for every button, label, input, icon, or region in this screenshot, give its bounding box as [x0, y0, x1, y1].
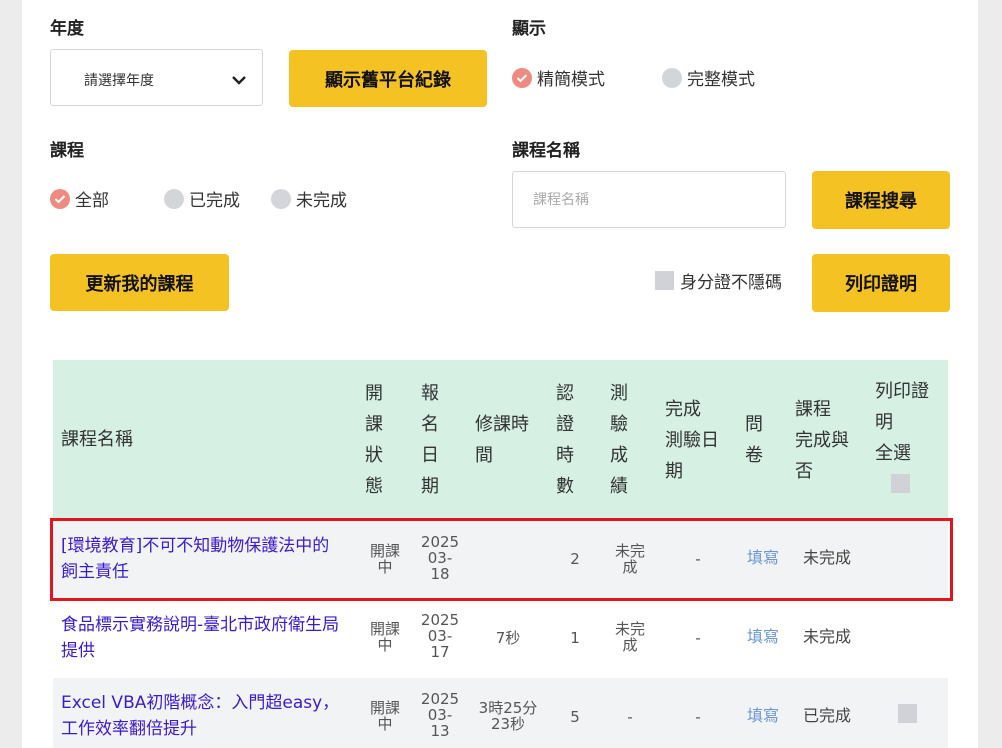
survey-link[interactable]: 填寫: [741, 629, 785, 645]
hours-cell: 5: [570, 708, 580, 726]
test-date-cell: -: [695, 629, 701, 647]
table-row: 食品標示實務說明-臺北市政府衛生局提供 開課中 2025 03- 17 7秒 1 未…: [53, 598, 948, 678]
course-search-button[interactable]: 課程搜尋: [812, 171, 950, 229]
radio-label: 已完成: [189, 191, 240, 211]
id-unmask-checkbox[interactable]: [655, 271, 674, 290]
select-all-checkbox[interactable]: [891, 474, 910, 493]
radio-off-icon: [662, 67, 682, 88]
hours-cell: 1: [570, 629, 580, 647]
course-link[interactable]: 食品標示實務說明-臺北市政府衛生局提供: [61, 612, 346, 664]
table-row: [環境教育]不可不知動物保護法中的飼主責任 開課中 2025 03- 18 2 未完…: [53, 520, 948, 598]
radio-incomplete[interactable]: 未完成: [271, 186, 347, 211]
radio-all[interactable]: 全部: [50, 186, 109, 211]
date-cell: 2025 03- 18: [420, 533, 460, 583]
course-name-input[interactable]: [512, 171, 786, 228]
score-cell: 未完成: [614, 620, 645, 654]
date-cell: 2025 03- 17: [420, 611, 460, 661]
radio-label: 未完成: [296, 191, 347, 211]
course-name-label: 課程名稱: [512, 141, 580, 161]
radio-completed[interactable]: 已完成: [164, 186, 240, 211]
completion-status: 未完成: [802, 627, 851, 646]
survey-link[interactable]: 填寫: [741, 550, 785, 566]
check-icon: [512, 67, 532, 88]
score-cell: -: [627, 708, 633, 726]
th-print-all: 列印證明全選: [875, 381, 929, 464]
th-test-score: 測驗成績: [610, 383, 628, 497]
year-label: 年度: [50, 19, 84, 39]
th-status: 開課狀態: [365, 383, 383, 497]
test-date-cell: -: [695, 550, 701, 568]
print-certificate-button[interactable]: 列印證明: [812, 254, 950, 312]
study-time-cell: 7秒: [495, 629, 521, 647]
completion-status: 未完成: [802, 548, 851, 567]
check-icon: [50, 188, 70, 209]
radio-off-icon: [164, 188, 184, 209]
radio-full-mode[interactable]: 完整模式: [662, 65, 755, 90]
chevron-down-icon: [231, 71, 247, 90]
test-date-cell: -: [695, 708, 701, 726]
radio-label: 全部: [75, 191, 109, 211]
completion-status: 已完成: [802, 706, 851, 725]
date-cell: 2025 03- 13: [420, 690, 460, 740]
radio-label: 精簡模式: [537, 70, 605, 90]
th-test-date: 完成 測驗日期: [665, 399, 719, 482]
th-completed: 課程 完成與否: [795, 399, 849, 482]
year-select-value: 請選擇年度: [84, 73, 154, 89]
th-signup-date: 報名日期: [421, 383, 439, 497]
radio-off-icon: [271, 188, 291, 209]
update-courses-button[interactable]: 更新我的課程: [50, 254, 229, 311]
radio-label: 完整模式: [687, 70, 755, 90]
th-course-name: 課程名稱: [61, 429, 133, 450]
th-survey: 問卷: [745, 414, 763, 466]
score-cell: 未完成: [614, 542, 645, 576]
radio-compact-mode[interactable]: 精簡模式: [512, 65, 605, 90]
table-header: 課程名稱 開課狀態 報名日期 修課時間 認證時數 測驗成績 完成 測驗日期 問卷 …: [53, 360, 948, 520]
status-cell: 開課中: [369, 699, 400, 733]
course-link[interactable]: [環境教育]不可不知動物保護法中的飼主責任: [61, 533, 346, 585]
old-platform-button[interactable]: 顯示舊平台紀錄: [289, 50, 487, 107]
table-row: Excel VBA初階概念：入門超easy，工作效率翻倍提升 開課中 2025 0…: [53, 678, 948, 748]
course-link[interactable]: Excel VBA初階概念：入門超easy，工作效率翻倍提升: [61, 690, 346, 742]
display-label: 顯示: [512, 19, 546, 39]
study-time-cell: 3時25分 23秒: [478, 699, 538, 733]
th-study-time: 修課時間: [475, 414, 529, 466]
hours-cell: 2: [570, 550, 580, 568]
status-cell: 開課中: [369, 620, 400, 654]
th-cert-hours: 認證時數: [556, 383, 574, 497]
id-unmask-label: 身分證不隱碼: [680, 273, 782, 293]
course-label: 課程: [50, 141, 84, 161]
row-print-checkbox[interactable]: [898, 704, 917, 723]
year-select[interactable]: 請選擇年度: [50, 49, 263, 106]
survey-link[interactable]: 填寫: [741, 708, 785, 724]
status-cell: 開課中: [369, 542, 400, 576]
